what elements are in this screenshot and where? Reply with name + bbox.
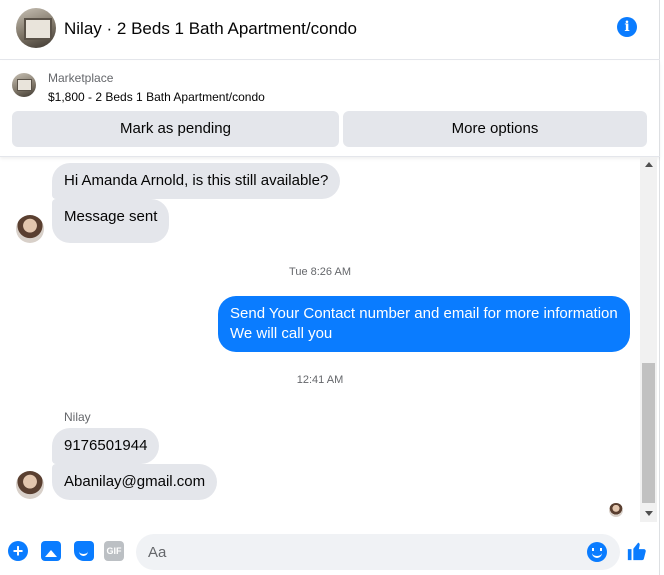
- marketplace-card: Marketplace $1,800 - 2 Beds 1 Bath Apart…: [0, 61, 660, 157]
- chat-header: Nilay · 2 Beds 1 Bath Apartment/condo i: [0, 0, 660, 60]
- plus-icon[interactable]: +: [8, 541, 28, 561]
- scroll-up-arrow-icon[interactable]: [645, 162, 653, 167]
- message-composer: + GIF: [0, 528, 660, 575]
- conversation: Hi Amanda Arnold, is this still availabl…: [0, 157, 640, 522]
- thumbs-up-icon[interactable]: [626, 540, 648, 562]
- seen-receipt-avatar: [609, 503, 623, 517]
- incoming-message[interactable]: 9176501944: [52, 428, 160, 464]
- listing-thumbnail[interactable]: [12, 73, 36, 97]
- timestamp: Tue 8:26 AM: [289, 266, 351, 278]
- more-options-button[interactable]: More options: [343, 111, 647, 147]
- outgoing-message-line: Send Your Contact number and email for m…: [230, 305, 618, 322]
- incoming-message[interactable]: Hi Amanda Arnold, is this still availabl…: [52, 163, 341, 199]
- contact-avatar[interactable]: [16, 471, 44, 499]
- incoming-message[interactable]: Abanilay@gmail.com: [52, 464, 218, 500]
- emoji-icon[interactable]: [587, 542, 607, 562]
- incoming-message[interactable]: Message sent: [52, 199, 170, 243]
- gif-icon[interactable]: GIF: [104, 541, 124, 561]
- sender-name: Nilay: [64, 410, 91, 424]
- scroll-down-arrow-icon[interactable]: [645, 511, 653, 516]
- listing-price-title[interactable]: $1,800 - 2 Beds 1 Bath Apartment/condo: [48, 90, 265, 104]
- marketplace-label: Marketplace: [48, 71, 114, 85]
- outgoing-message-line: We will call you: [230, 325, 333, 342]
- chat-window: Nilay · 2 Beds 1 Bath Apartment/condo i …: [0, 0, 660, 575]
- scrollbar-thumb[interactable]: [642, 363, 655, 503]
- message-input-container[interactable]: [136, 534, 620, 570]
- listing-avatar[interactable]: [16, 8, 56, 48]
- scrollbar[interactable]: [640, 157, 657, 522]
- mark-as-pending-button[interactable]: Mark as pending: [12, 111, 339, 147]
- photo-icon[interactable]: [41, 541, 61, 561]
- outgoing-message[interactable]: Send Your Contact number and email for m…: [218, 296, 630, 352]
- info-icon[interactable]: i: [617, 17, 637, 37]
- chat-title[interactable]: Nilay · 2 Beds 1 Bath Apartment/condo: [64, 19, 357, 39]
- message-input[interactable]: [148, 534, 578, 570]
- contact-avatar[interactable]: [16, 215, 44, 243]
- timestamp: 12:41 AM: [296, 374, 344, 386]
- sticker-icon[interactable]: [74, 541, 94, 561]
